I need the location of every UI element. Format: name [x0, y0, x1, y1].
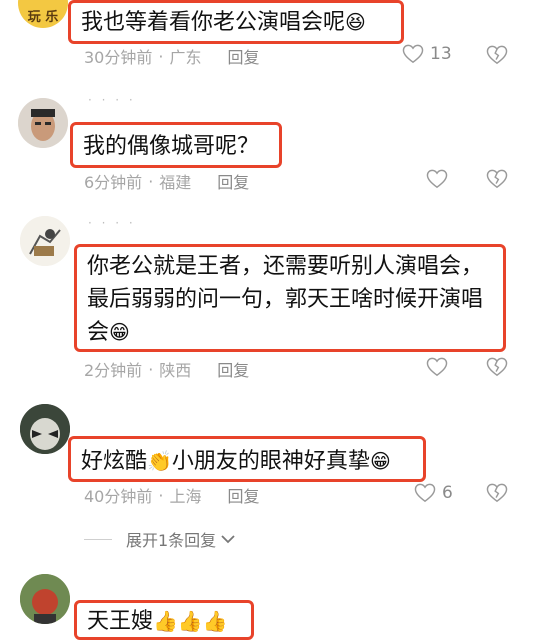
meta-separator: ·	[148, 359, 154, 379]
comment-meta: 6分钟前 · 福建 回复	[84, 169, 249, 193]
region: 福建	[159, 173, 192, 192]
comment-text-box: 你老公就是王者，还需要听别人演唱会， 最后弱弱的问一句，郭天王啥时候开演唱 会😁	[74, 244, 506, 352]
dislike-button[interactable]	[486, 357, 508, 381]
comment-text: 天王嫂	[87, 609, 154, 634]
comment-text-part-2: 小朋友的眼神好真挚	[171, 449, 370, 474]
broken-heart-icon	[486, 483, 508, 503]
comment-meta: 30分钟前 · 广东 回复	[84, 44, 260, 68]
like-count: 6	[442, 483, 453, 503]
avatar[interactable]: 玩 乐	[18, 0, 68, 28]
comment-text-line-3: 会	[87, 320, 110, 345]
thumbs-up-emoji: 👍👍👍	[153, 609, 228, 633]
time-ago: 30分钟前	[84, 48, 153, 67]
heart-icon	[426, 357, 448, 377]
expand-divider	[84, 538, 112, 540]
avatar-face-icon	[18, 98, 68, 148]
username-placeholder: · · · ·	[88, 93, 136, 107]
avatar[interactable]	[20, 216, 70, 266]
comment-meta: 40分钟前 · 上海 回复	[84, 483, 260, 507]
avatar-photo-icon	[20, 574, 70, 624]
reply-button[interactable]: 回复	[227, 44, 259, 68]
dislike-button[interactable]	[486, 483, 508, 507]
comment-text-box: 天王嫂👍👍👍	[74, 600, 254, 640]
meta-separator: ·	[158, 485, 164, 505]
clapping-emoji: 👏	[147, 449, 172, 473]
grinning-emoji: 😁	[109, 320, 130, 344]
avatar-mask-icon	[20, 404, 70, 454]
chevron-down-icon	[221, 535, 235, 544]
laughing-emoji: 😆	[345, 10, 366, 34]
broken-heart-icon	[486, 357, 508, 377]
region: 上海	[169, 487, 202, 506]
avatar-cartoon-icon	[20, 216, 70, 266]
comment-text-box: 我的偶像城哥呢？	[70, 122, 282, 168]
comment-text: 我的偶像城哥呢？	[83, 134, 260, 159]
reply-button[interactable]: 回复	[217, 169, 249, 193]
avatar-text: 玩 乐	[27, 9, 59, 25]
meta-separator: ·	[148, 171, 154, 191]
time-ago: 6分钟前	[84, 173, 143, 192]
dislike-button[interactable]	[486, 45, 508, 69]
meta-separator: ·	[158, 46, 164, 66]
expand-replies-label: 展开1条回复	[126, 531, 217, 550]
comment-text: 我也等着看你老公演唱会呢	[81, 10, 346, 35]
comment-meta: 2分钟前 · 陕西 回复	[84, 357, 249, 381]
heart-icon	[414, 483, 436, 503]
reply-button[interactable]: 回复	[227, 483, 259, 507]
grinning-emoji: 😁	[369, 449, 391, 473]
time-ago: 2分钟前	[84, 361, 143, 380]
heart-icon	[402, 44, 424, 64]
like-button[interactable]	[426, 169, 448, 189]
comment-text-part-1: 好炫酷	[81, 449, 148, 474]
like-button[interactable]	[426, 357, 448, 377]
like-count: 13	[430, 44, 452, 64]
comment-text-line-1: 你老公就是王者，还需要听别人演唱会，	[87, 254, 484, 279]
heart-icon	[426, 169, 448, 189]
avatar[interactable]	[18, 98, 68, 148]
time-ago: 40分钟前	[84, 487, 153, 506]
broken-heart-icon	[486, 45, 508, 65]
reply-button[interactable]: 回复	[217, 357, 249, 381]
avatar[interactable]	[20, 404, 70, 454]
region: 陕西	[159, 361, 192, 380]
avatar[interactable]	[20, 574, 70, 624]
username-placeholder: · · · ·	[88, 216, 136, 230]
comment-text-line-2: 最后弱弱的问一句，郭天王啥时候开演唱	[87, 287, 484, 312]
expand-replies-button[interactable]: 展开1条回复	[84, 527, 236, 551]
region: 广东	[169, 48, 202, 67]
comment-text-box: 好炫酷👏小朋友的眼神好真挚😁	[68, 436, 426, 482]
like-button[interactable]: 6	[414, 483, 453, 503]
like-button[interactable]: 13	[402, 44, 452, 64]
broken-heart-icon	[486, 169, 508, 189]
dislike-button[interactable]	[486, 169, 508, 193]
comment-text-box: 我也等着看你老公演唱会呢😆	[68, 0, 404, 44]
